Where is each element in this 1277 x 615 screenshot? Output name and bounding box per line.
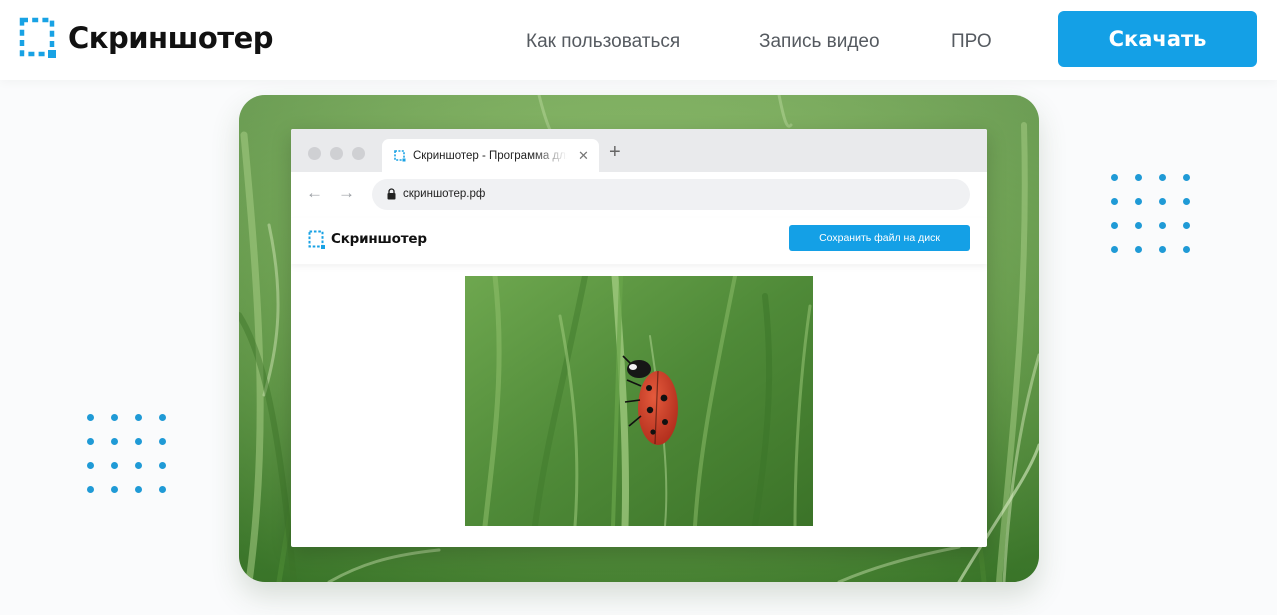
screenshot-frame-icon xyxy=(394,150,406,162)
close-icon[interactable]: ✕ xyxy=(578,149,589,162)
landing-page: Скриншотер Как пользоваться Запись видео… xyxy=(0,0,1277,615)
screenshot-frame-icon xyxy=(19,17,56,58)
browser-tab[interactable]: Скриншотер - Программа для ✕ xyxy=(382,139,599,172)
browser-mockup: Скриншотер - Программа для ✕ + ← → скрин… xyxy=(291,129,987,547)
ladybug-photo xyxy=(465,276,813,526)
tab-title: Скриншотер - Программа для xyxy=(413,150,567,162)
browser-toolbar: ← → скриншотер.рф xyxy=(291,172,987,218)
screenshot-frame-icon xyxy=(308,230,325,249)
window-close-dot xyxy=(308,147,321,160)
lock-icon xyxy=(387,188,396,200)
url-text: скриншотер.рф xyxy=(403,188,486,200)
decorative-dots-right xyxy=(1111,174,1190,253)
window-minimize-dot xyxy=(330,147,343,160)
decorative-dots-left xyxy=(87,414,166,493)
download-button[interactable]: Скачать xyxy=(1058,11,1257,67)
window-maximize-dot xyxy=(352,147,365,160)
page-logo-text: Скриншотер xyxy=(331,231,427,247)
save-to-disk-button[interactable]: Сохранить файл на диск xyxy=(789,225,970,251)
nav-pro[interactable]: ПРО xyxy=(951,31,992,53)
logo-text: Скриншотер xyxy=(68,21,274,55)
nav-video-record[interactable]: Запись видео xyxy=(759,31,880,53)
site-header: Скриншотер Как пользоваться Запись видео… xyxy=(0,0,1277,80)
screenshot-preview-image xyxy=(465,276,813,526)
plus-icon[interactable]: + xyxy=(609,142,621,162)
page-site-header: Скриншотер Сохранить файл на диск xyxy=(291,218,987,264)
site-logo[interactable]: Скриншотер xyxy=(19,17,274,59)
address-bar[interactable]: скриншотер.рф xyxy=(372,179,970,210)
back-arrow-icon[interactable]: ← xyxy=(306,183,323,203)
forward-arrow-icon[interactable]: → xyxy=(338,183,355,203)
page-site-logo[interactable]: Скриншотер xyxy=(308,230,427,249)
browser-tab-bar: Скриншотер - Программа для ✕ + xyxy=(291,129,987,172)
nav-how-to-use[interactable]: Как пользоваться xyxy=(526,31,680,53)
